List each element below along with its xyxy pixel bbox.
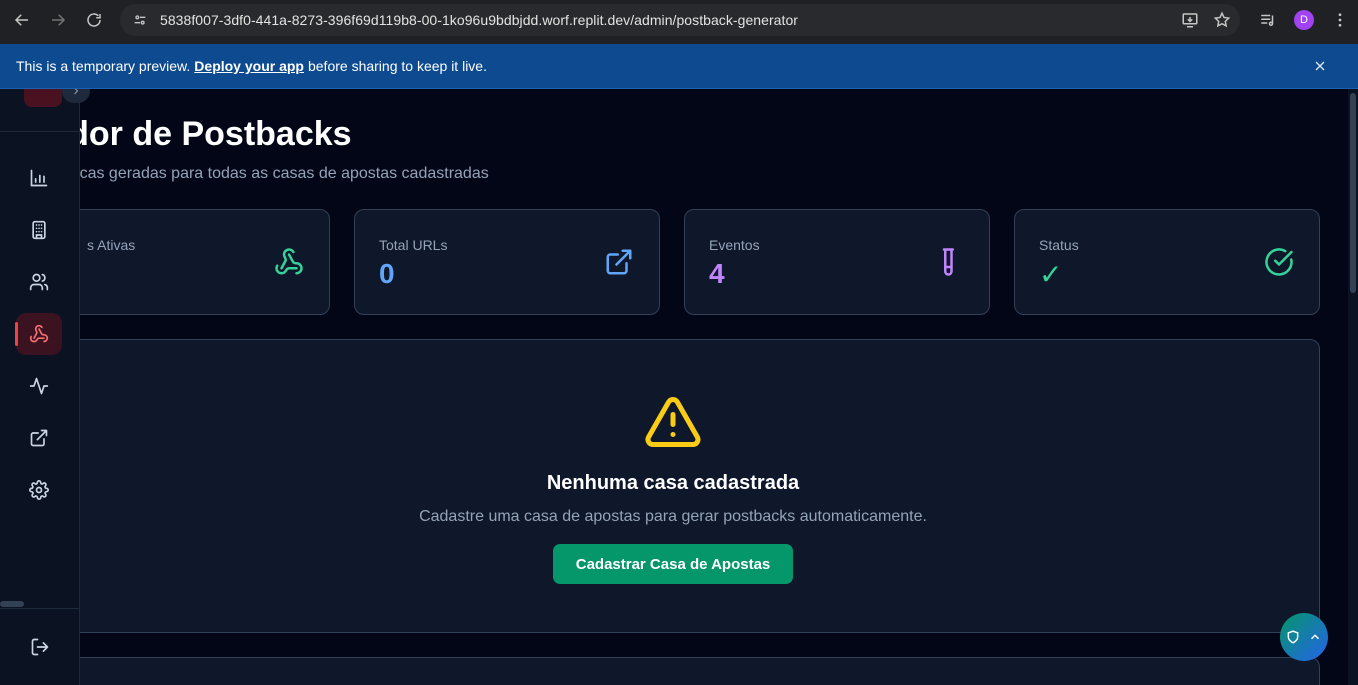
register-betting-house-button[interactable]: Cadastrar Casa de Apostas — [553, 544, 793, 584]
stat-label: s Ativas — [87, 237, 136, 253]
external-link-icon — [30, 429, 48, 447]
bar-chart-icon — [30, 169, 48, 187]
sidebar-divider — [0, 608, 80, 609]
browser-toolbar: 5838f007-3df0-441a-8273-396f69d119b8-00-… — [0, 0, 1358, 40]
media-controls-icon[interactable] — [1250, 0, 1286, 40]
stat-value: ✓ — [1039, 259, 1063, 290]
more-menu-icon[interactable] — [1322, 0, 1358, 40]
stat-label: Total URLs — [379, 237, 448, 253]
floating-action-button[interactable] — [1280, 613, 1328, 661]
page-scrollbar[interactable] — [1348, 89, 1358, 685]
forward-icon[interactable] — [40, 0, 76, 40]
close-icon[interactable] — [1310, 56, 1330, 76]
test-tube-icon — [933, 246, 965, 278]
app-logo — [24, 89, 62, 107]
sidebar-divider — [0, 131, 80, 132]
warning-icon — [645, 397, 701, 448]
page-subtitle: tomáticas geradas para todas as casas de… — [36, 165, 489, 182]
url-text: 5838f007-3df0-441a-8273-396f69d119b8-00-… — [160, 12, 799, 28]
bookmark-star-icon[interactable] — [1212, 10, 1232, 30]
building-icon — [32, 220, 46, 240]
main-content: rador de Postbacks tomáticas geradas par… — [0, 89, 1358, 685]
logout-icon[interactable] — [28, 635, 52, 659]
sidebar-scrollbar[interactable] — [0, 601, 24, 607]
sidebar-item-dashboard[interactable] — [16, 157, 62, 199]
sidebar-item-users[interactable] — [16, 261, 62, 303]
settings-icon — [29, 480, 49, 500]
stat-value: 0 — [379, 258, 395, 289]
empty-state-panel: Nenhuma casa cadastrada Cadastre uma cas… — [24, 339, 1320, 633]
preview-banner: This is a temporary preview. Deploy your… — [0, 44, 1358, 89]
address-bar[interactable]: 5838f007-3df0-441a-8273-396f69d119b8-00-… — [120, 4, 1240, 36]
webhook-icon — [273, 246, 305, 278]
sidebar-item-postbacks[interactable] — [15, 313, 62, 355]
stat-card-status: Status ✓ — [1014, 209, 1320, 315]
reload-icon[interactable] — [76, 0, 112, 40]
page-title: rador de Postbacks — [36, 115, 352, 153]
app-root: rador de Postbacks tomáticas geradas par… — [0, 89, 1358, 685]
site-info-icon[interactable] — [130, 10, 150, 30]
empty-state-description: Cadastre uma casa de apostas para gerar … — [419, 508, 927, 525]
stat-label: Eventos — [709, 237, 760, 253]
shield-icon — [1287, 630, 1299, 644]
sidebar-item-activity[interactable] — [16, 365, 62, 407]
stat-card-events: Eventos 4 — [684, 209, 990, 315]
banner-text-after: before sharing to keep it live. — [307, 58, 487, 74]
users-icon — [29, 273, 49, 291]
profile-avatar[interactable]: D — [1286, 0, 1322, 40]
secondary-panel — [24, 657, 1320, 685]
empty-state-title: Nenhuma casa cadastrada — [546, 472, 800, 494]
sidebar-item-links[interactable] — [16, 417, 62, 459]
install-app-icon[interactable] — [1180, 10, 1200, 30]
banner-text: This is a temporary preview. — [16, 58, 191, 74]
stat-label: Status — [1039, 237, 1079, 253]
sidebar-item-houses[interactable] — [16, 209, 62, 251]
external-link-icon — [603, 246, 635, 278]
stat-value: 4 — [709, 258, 725, 289]
sidebar-item-settings[interactable] — [16, 469, 62, 511]
activity-icon — [29, 377, 49, 395]
webhook-icon — [29, 324, 49, 343]
back-icon[interactable] — [4, 0, 40, 40]
stat-card-total-urls: Total URLs 0 — [354, 209, 660, 315]
deploy-link[interactable]: Deploy your app — [194, 58, 304, 74]
chevron-up-icon — [1310, 634, 1320, 640]
check-circle-icon — [1263, 246, 1295, 278]
sidebar — [0, 89, 80, 685]
